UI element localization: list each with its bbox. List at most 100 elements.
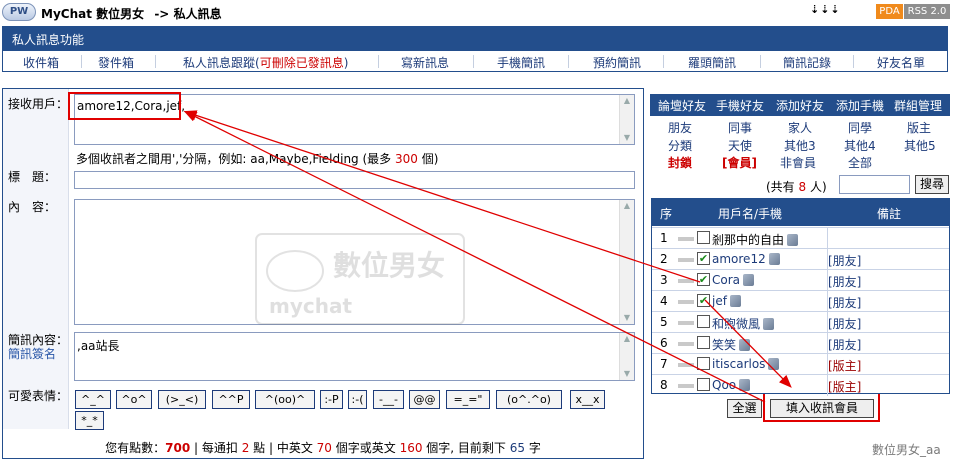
user-note[interactable]: [朋友] <box>828 315 861 332</box>
content-scrollbar[interactable]: ▲ ▼ <box>619 200 634 324</box>
emoticon-button[interactable]: x__x <box>570 390 605 409</box>
user-note[interactable]: [版主] <box>828 357 861 374</box>
user-checkbox[interactable]: ✔ <box>697 252 710 265</box>
table-row[interactable]: 1 剎那中的自由 <box>652 227 949 249</box>
user-checkbox[interactable] <box>697 336 710 349</box>
tab-add-mobile[interactable]: 添加手機 <box>836 97 884 114</box>
emoticon-button[interactable]: @@ <box>409 390 440 409</box>
user-note[interactable]: [朋友] <box>828 252 861 269</box>
user-checkbox[interactable]: ✔ <box>697 294 710 307</box>
friend-search-input[interactable] <box>839 175 910 194</box>
rss-button[interactable]: RSS 2.0 <box>904 4 950 19</box>
group-other4[interactable]: 其他4 <box>844 137 876 154</box>
emoticon-button[interactable]: (>_<) <box>158 390 206 409</box>
user-checkbox[interactable]: ✔ <box>697 273 710 286</box>
group-members[interactable]: [會員] <box>722 154 757 171</box>
table-row[interactable]: 7 itiscarlos [版主] <box>652 353 949 375</box>
nav-headline-sms[interactable]: 羅頭簡訊 <box>688 54 736 71</box>
pda-button[interactable]: PDA <box>876 4 903 19</box>
nav-divider <box>568 55 569 68</box>
tab-mobile-friends[interactable]: 手機好友 <box>716 97 764 114</box>
table-row[interactable]: 8 Qoo [版主] <box>652 374 949 396</box>
user-note[interactable]: [朋友] <box>828 294 861 311</box>
emoticon-button[interactable]: :-P <box>320 390 343 409</box>
group-non-members[interactable]: 非會員 <box>780 154 816 171</box>
pw-logo[interactable]: PW <box>2 3 36 21</box>
search-button[interactable]: 搜尋 <box>915 175 949 194</box>
tab-forum-friends[interactable]: 論壇好友 <box>658 97 706 114</box>
group-friends[interactable]: 朋友 <box>668 119 692 136</box>
user-name[interactable]: amore12 <box>712 252 780 266</box>
group-moderators[interactable]: 版主 <box>907 119 931 136</box>
nav-inbox[interactable]: 收件箱 <box>23 54 59 71</box>
table-row[interactable]: 3 ✔ Cora [朋友] <box>652 269 949 291</box>
emoticon-button[interactable]: ^o^ <box>116 390 152 409</box>
nav-friend-list[interactable]: 好友名單 <box>877 54 925 71</box>
emoticon-button[interactable]: *_* <box>75 411 104 430</box>
user-checkbox[interactable] <box>697 378 710 391</box>
nav-compose[interactable]: 寫新訊息 <box>401 54 449 71</box>
table-row[interactable]: 6 笑笑 [朋友] <box>652 332 949 354</box>
nav-outbox[interactable]: 發件箱 <box>98 54 134 71</box>
user-checkbox[interactable] <box>697 315 710 328</box>
emoticon-button[interactable]: -__- <box>373 390 404 409</box>
nav-scheduled-sms[interactable]: 預約簡訊 <box>593 54 641 71</box>
group-other5[interactable]: 其他5 <box>904 137 936 154</box>
table-row[interactable]: 5 和煦微風 [朋友] <box>652 311 949 333</box>
hint-suffix: 個) <box>417 152 439 166</box>
group-angels[interactable]: 天使 <box>728 137 752 154</box>
tab-add-friend[interactable]: 添加好友 <box>776 97 824 114</box>
download-arrows-icon[interactable]: ⇣⇣⇣ <box>810 3 841 16</box>
emoticon-button[interactable]: ^(oo)^ <box>255 390 315 409</box>
nav-sms-log[interactable]: 簡訊記錄 <box>783 54 831 71</box>
emoticon-button[interactable]: =_=" <box>446 390 490 409</box>
table-row[interactable]: 2 ✔ amore12 [朋友] <box>652 248 949 270</box>
fill-recipients-button[interactable]: 填入收訊會員 <box>770 399 874 418</box>
emoticon-button[interactable]: ^_^ <box>75 390 111 409</box>
emoticon-button[interactable]: (o^.^o) <box>496 390 562 409</box>
status-bar-icon <box>678 342 694 346</box>
scroll-down-icon[interactable]: ▼ <box>622 314 632 322</box>
user-name[interactable]: 和煦微風 <box>712 315 775 332</box>
group-all[interactable]: 全部 <box>848 154 872 171</box>
group-classmates[interactable]: 同學 <box>848 119 872 136</box>
sms-signature-link[interactable]: 簡訊簽名 <box>8 345 56 362</box>
user-name[interactable]: Cora <box>712 273 755 287</box>
select-all-button[interactable]: 全選 <box>727 399 762 418</box>
nav-tracking[interactable]: 私人訊息跟蹤(可刪除已發訊息) <box>183 54 348 71</box>
site-title[interactable]: MyChat 數位男女 <box>41 7 144 21</box>
recipients-scrollbar[interactable]: ▲ ▼ <box>619 95 634 144</box>
user-checkbox[interactable] <box>697 357 710 370</box>
subject-field[interactable] <box>74 171 635 189</box>
group-family[interactable]: 家人 <box>788 119 812 136</box>
user-name[interactable]: itiscarlos <box>712 357 780 371</box>
emoticon-button[interactable]: ^^P <box>212 390 250 409</box>
mobile-phone-icon <box>739 339 751 351</box>
group-category[interactable]: 分類 <box>668 137 692 154</box>
status-bar-icon <box>678 321 694 325</box>
user-name-text: Qoo <box>712 378 737 392</box>
group-other3[interactable]: 其他3 <box>784 137 816 154</box>
user-name[interactable]: Qoo <box>712 378 751 392</box>
scroll-down-icon[interactable]: ▼ <box>622 370 632 378</box>
scroll-down-icon[interactable]: ▼ <box>622 134 632 142</box>
user-note[interactable]: [朋友] <box>828 336 861 353</box>
user-note[interactable]: [朋友] <box>828 273 861 290</box>
user-checkbox[interactable] <box>697 231 710 244</box>
nav-sms[interactable]: 手機簡訊 <box>497 54 545 71</box>
sms-content-field[interactable]: ,aa站長 ▲ ▼ <box>74 332 635 381</box>
emoticon-button[interactable]: :-( <box>348 390 367 409</box>
scroll-up-icon[interactable]: ▲ <box>622 335 632 343</box>
scroll-up-icon[interactable]: ▲ <box>622 202 632 210</box>
user-name[interactable]: 剎那中的自由 <box>712 231 799 248</box>
group-colleagues[interactable]: 同事 <box>728 119 752 136</box>
tab-group-manage[interactable]: 群組管理 <box>894 97 942 114</box>
group-blocked[interactable]: 封鎖 <box>668 154 692 171</box>
user-name[interactable]: jef <box>712 294 741 308</box>
user-note[interactable]: [版主] <box>828 378 861 395</box>
content-label: 內 容： <box>8 200 57 214</box>
user-name[interactable]: 笑笑 <box>712 336 751 353</box>
table-row[interactable]: 4 ✔ jef [朋友] <box>652 290 949 312</box>
sms-scrollbar[interactable]: ▲ ▼ <box>619 333 634 380</box>
scroll-up-icon[interactable]: ▲ <box>622 97 632 105</box>
